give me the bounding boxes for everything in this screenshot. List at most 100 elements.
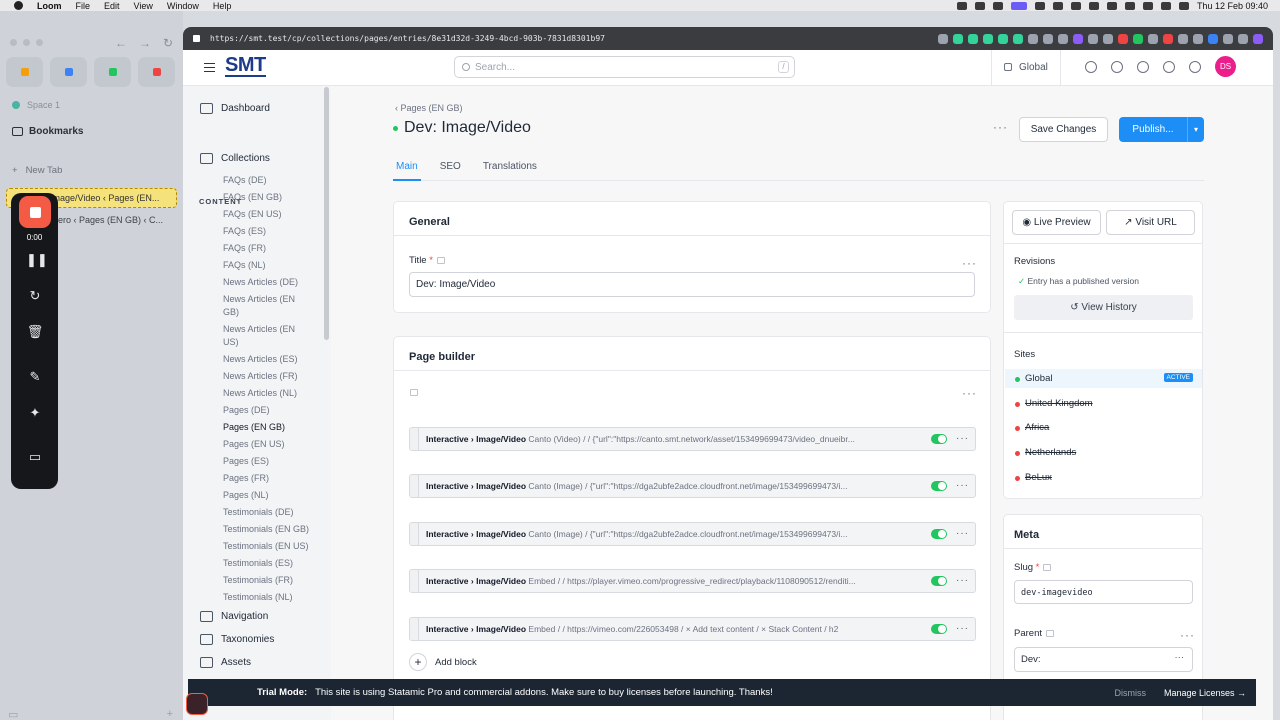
extension-icon[interactable] bbox=[1133, 33, 1143, 44]
site-row-africa[interactable]: Africa bbox=[1005, 418, 1202, 437]
drag-handle[interactable] bbox=[410, 428, 419, 450]
extension-icon[interactable] bbox=[1178, 33, 1188, 44]
nav-collection-item[interactable]: Pages (DE) bbox=[223, 404, 270, 417]
global-search[interactable]: Search... / bbox=[454, 56, 795, 78]
view-site-icon[interactable] bbox=[1189, 61, 1201, 73]
extension-icon[interactable] bbox=[1043, 33, 1053, 44]
nav-collection-item[interactable]: Testimonials (FR) bbox=[223, 574, 293, 587]
nav-collections[interactable]: Collections bbox=[200, 153, 270, 164]
sun-icon[interactable] bbox=[1085, 61, 1097, 73]
loom-camera-bubble[interactable] bbox=[186, 693, 208, 715]
menu-file[interactable]: File bbox=[76, 1, 91, 11]
url-field[interactable]: https://smt.test/cp/collections/pages/en… bbox=[210, 34, 605, 43]
nav-collection-item[interactable]: Testimonials (ES) bbox=[223, 557, 293, 570]
status-icon[interactable] bbox=[1124, 1, 1135, 10]
loom-menubar-icon[interactable] bbox=[1010, 1, 1027, 10]
extension-icon[interactable] bbox=[1058, 33, 1068, 44]
nav-taxonomies[interactable]: Taxonomies bbox=[200, 634, 274, 645]
sidebar-tab[interactable]: ero ‹ Pages (EN GB) ‹ C... bbox=[58, 215, 163, 225]
extension-icon[interactable] bbox=[968, 33, 978, 44]
wrench-icon[interactable] bbox=[1111, 61, 1123, 73]
menu-app-name[interactable]: Loom bbox=[37, 1, 62, 11]
pinned-tab[interactable] bbox=[94, 57, 131, 87]
close-window-button[interactable] bbox=[10, 39, 17, 46]
nav-collection-item[interactable]: US) bbox=[223, 336, 239, 349]
nav-collection-item[interactable]: Pages (EN US) bbox=[223, 438, 285, 451]
extension-icon[interactable] bbox=[1103, 33, 1113, 44]
field-actions-menu[interactable]: ··· bbox=[1180, 629, 1195, 641]
apple-icon[interactable] bbox=[14, 1, 23, 10]
battery-icon[interactable] bbox=[1160, 1, 1171, 10]
pinned-tab[interactable] bbox=[50, 57, 87, 87]
extension-icon[interactable] bbox=[983, 33, 993, 44]
nav-collection-item[interactable]: Testimonials (EN US) bbox=[223, 540, 309, 553]
pause-icon[interactable]: ❚❚ bbox=[26, 251, 48, 269]
reload-icon[interactable]: ↻ bbox=[163, 36, 173, 50]
nav-collection-item[interactable]: Testimonials (EN GB) bbox=[223, 523, 309, 536]
book-icon[interactable] bbox=[1163, 61, 1175, 73]
dismiss-button[interactable]: Dismiss bbox=[1115, 688, 1147, 698]
site-row-global[interactable]: Global ACTIVE bbox=[1005, 369, 1202, 388]
visit-url-button[interactable]: ↗ Visit URL bbox=[1106, 210, 1195, 235]
nav-scrollbar[interactable] bbox=[324, 87, 329, 340]
block-actions-menu[interactable]: ··· bbox=[956, 575, 969, 586]
nav-collection-item[interactable]: FAQs (EN US) bbox=[223, 208, 282, 221]
extension-icon[interactable] bbox=[953, 33, 963, 44]
nav-collection-item[interactable]: Testimonials (DE) bbox=[223, 506, 294, 519]
replicator-block[interactable]: Interactive › Image/Video Embed / / http… bbox=[409, 617, 976, 641]
block-actions-menu[interactable]: ··· bbox=[956, 433, 969, 444]
extension-icon[interactable] bbox=[1028, 33, 1038, 44]
menu-toggle-icon[interactable] bbox=[204, 63, 215, 72]
nav-collection-item[interactable]: FAQs (DE) bbox=[223, 174, 267, 187]
drag-handle[interactable] bbox=[410, 570, 419, 592]
manage-licenses-link[interactable]: Manage Licenses → bbox=[1164, 688, 1246, 698]
add-block-button[interactable]: + Add block bbox=[409, 653, 477, 671]
menu-edit[interactable]: Edit bbox=[104, 1, 120, 11]
zoom-window-button[interactable] bbox=[36, 39, 43, 46]
save-changes-button[interactable]: Save Changes bbox=[1019, 117, 1108, 142]
slug-input[interactable]: dev-imagevideo bbox=[1014, 580, 1193, 604]
site-logo[interactable]: SMT bbox=[225, 55, 266, 77]
tab-main[interactable]: Main bbox=[393, 159, 421, 181]
field-actions-menu[interactable]: ··· bbox=[962, 257, 977, 269]
menu-view[interactable]: View bbox=[134, 1, 153, 11]
extension-icon[interactable] bbox=[1118, 33, 1128, 44]
nav-navigation[interactable]: Navigation bbox=[200, 611, 268, 622]
block-enabled-toggle[interactable] bbox=[931, 576, 947, 586]
replicator-block[interactable]: Interactive › Image/Video Canto (Image) … bbox=[409, 522, 976, 546]
block-actions-menu[interactable]: ··· bbox=[956, 623, 969, 634]
bookmarks-folder[interactable]: Bookmarks bbox=[12, 126, 83, 137]
site-row-belux[interactable]: BeLux bbox=[1005, 468, 1202, 487]
status-icon[interactable] bbox=[1034, 1, 1045, 10]
block-enabled-toggle[interactable] bbox=[931, 481, 947, 491]
user-avatar[interactable]: DS bbox=[1215, 56, 1236, 77]
block-enabled-toggle[interactable] bbox=[931, 434, 947, 444]
site-selector[interactable]: Global bbox=[991, 50, 1061, 85]
tab-translations[interactable]: Translations bbox=[480, 159, 540, 181]
nav-collection-item[interactable]: FAQs (EN GB) bbox=[223, 191, 282, 204]
archive-icon[interactable]: ▭ bbox=[8, 708, 18, 720]
replicator-block[interactable]: Interactive › Image/Video Canto (Video) … bbox=[409, 427, 976, 451]
parent-actions-menu[interactable]: ··· bbox=[1175, 652, 1185, 663]
publish-button[interactable]: Publish... bbox=[1119, 117, 1187, 142]
extension-icon[interactable] bbox=[1223, 33, 1233, 44]
pinned-tab[interactable] bbox=[6, 57, 43, 87]
nav-dashboard[interactable]: Dashboard bbox=[200, 103, 270, 114]
wifi-icon[interactable] bbox=[1142, 1, 1153, 10]
drag-handle[interactable] bbox=[410, 618, 419, 640]
nav-collection-item[interactable]: Pages (FR) bbox=[223, 472, 269, 485]
nav-collection-item[interactable]: News Articles (DE) bbox=[223, 276, 298, 289]
pen-icon[interactable]: ✎ bbox=[26, 368, 44, 386]
extension-icon[interactable] bbox=[1238, 33, 1248, 44]
forward-arrow-icon[interactable]: → bbox=[139, 36, 151, 50]
extension-icon[interactable] bbox=[1088, 33, 1098, 44]
publish-options-chevron-icon[interactable]: ▾ bbox=[1187, 117, 1204, 142]
site-row-united-kingdom[interactable]: United Kingdom bbox=[1005, 394, 1202, 413]
block-actions-menu[interactable]: ··· bbox=[956, 480, 969, 491]
camera-icon[interactable]: ▭ bbox=[26, 448, 44, 466]
status-icon[interactable] bbox=[1070, 1, 1081, 10]
block-enabled-toggle[interactable] bbox=[931, 624, 947, 634]
search-icon[interactable] bbox=[1178, 1, 1189, 10]
restart-icon[interactable]: ↻ bbox=[26, 287, 44, 305]
title-input[interactable]: Dev: Image/Video bbox=[409, 272, 975, 297]
